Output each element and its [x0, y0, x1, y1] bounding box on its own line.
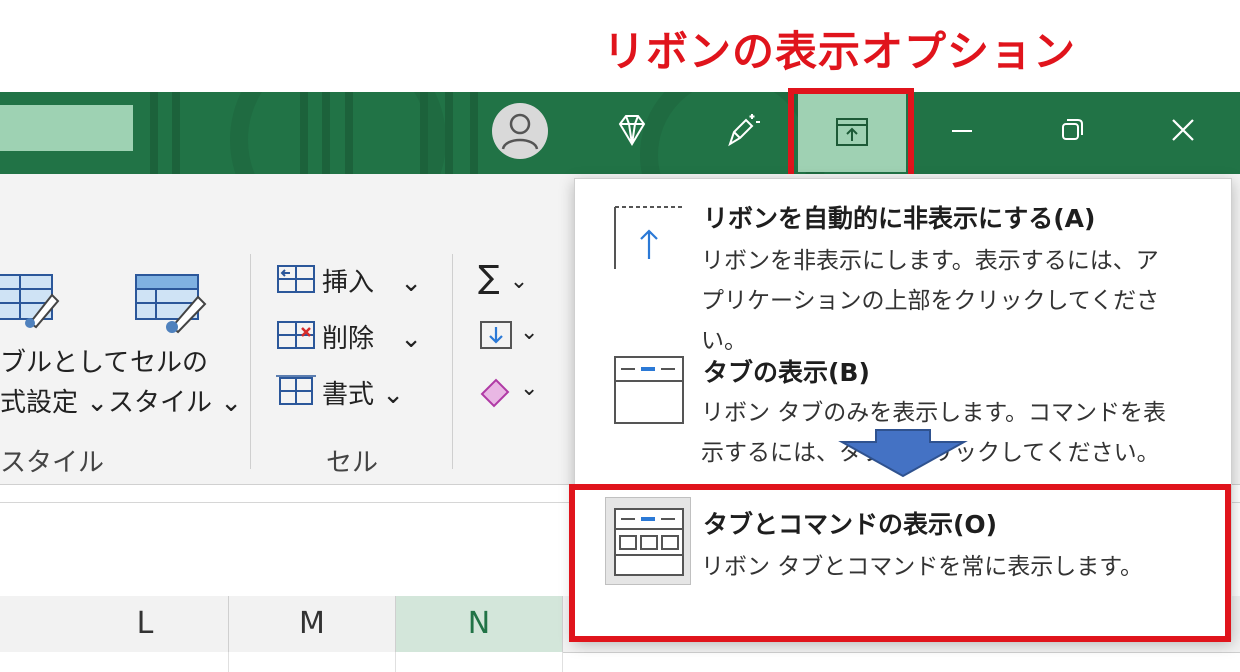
cell-styles-icon[interactable]: [132, 269, 212, 335]
column-header-n[interactable]: N: [396, 596, 563, 655]
grid-cell[interactable]: [396, 652, 563, 672]
title-bar: [0, 92, 1240, 174]
search-box[interactable]: [0, 105, 133, 151]
menu-item-title: リボンを自動的に非表示にする(A): [703, 204, 1096, 233]
cell-styles-label-line1[interactable]: セルの: [130, 342, 208, 379]
grid-cell[interactable]: [229, 652, 396, 672]
annotation-title: リボンの表示オプション: [603, 27, 1077, 76]
autosum-button[interactable]: ∑ ⌄: [478, 258, 528, 296]
highlight-box-ribbon-options: [788, 88, 914, 184]
eraser-icon: [480, 378, 510, 408]
column-header-l[interactable]: L: [62, 596, 229, 653]
format-as-table-label-line2[interactable]: 式設定 ⌄: [0, 382, 108, 419]
show-tabs-icon: [614, 356, 684, 424]
cell-styles-label-line2[interactable]: スタイル ⌄: [108, 382, 242, 419]
insert-cells-icon: [277, 265, 315, 293]
fill-down-icon: [480, 321, 512, 349]
format-as-table-label-line1[interactable]: ブルとして: [0, 342, 129, 379]
delete-cells-icon: [277, 321, 315, 349]
close-icon[interactable]: [1163, 110, 1203, 161]
highlight-box-tabs-and-commands: [569, 484, 1231, 642]
minimize-icon[interactable]: [942, 110, 982, 161]
format-as-table-icon[interactable]: [0, 269, 62, 329]
grid-cell[interactable]: [0, 652, 63, 672]
auto-hide-ribbon-icon: [614, 206, 683, 269]
restore-icon[interactable]: [1052, 110, 1092, 161]
avatar-icon[interactable]: [492, 103, 548, 159]
format-cells-icon: [276, 375, 316, 405]
cells-group-label: セル: [326, 448, 379, 478]
pen-sparkle-icon[interactable]: [722, 110, 762, 161]
styles-group-label: スタイル: [0, 448, 105, 478]
group-separator: [250, 254, 251, 469]
column-header-m[interactable]: M: [229, 596, 396, 653]
grid-cell[interactable]: [62, 652, 229, 672]
menu-item-title: タブの表示(B): [703, 358, 870, 387]
group-separator: [452, 254, 453, 469]
diamond-icon[interactable]: [612, 110, 652, 161]
down-arrow-annotation: [838, 429, 968, 478]
column-header[interactable]: [0, 596, 63, 653]
menu-item-description: リボンを非表示にします。表示するには、ア プリケーションの上部をクリックしてくださ…: [701, 248, 1160, 354]
